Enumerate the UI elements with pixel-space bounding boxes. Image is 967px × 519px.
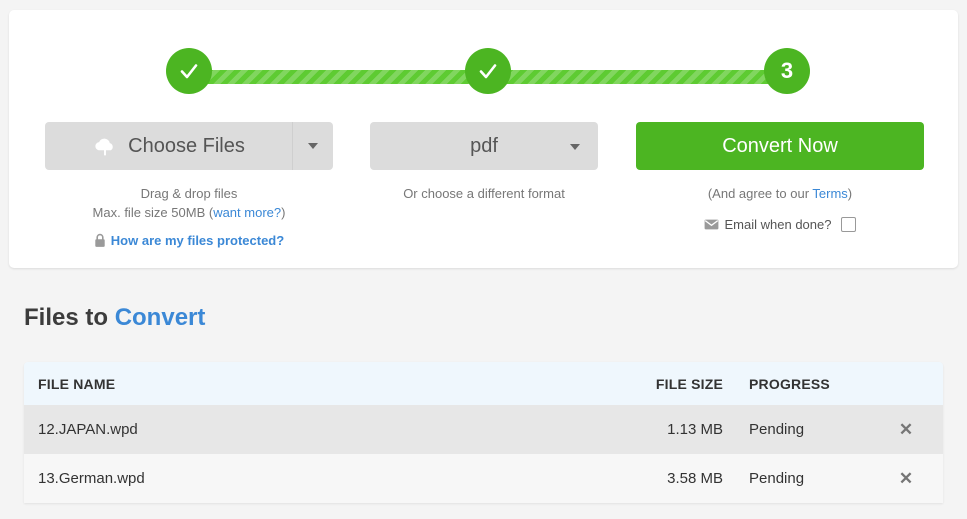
check-icon bbox=[177, 59, 201, 83]
files-heading-prefix: Files to bbox=[24, 304, 115, 331]
choose-files-helper: Drag & drop files Max. file size 50MB (w… bbox=[45, 184, 333, 250]
choose-files-label: Choose Files bbox=[128, 135, 245, 158]
remove-file-icon[interactable]: ✕ bbox=[899, 421, 913, 438]
files-protected-row: How are my files protected? bbox=[45, 231, 333, 250]
files-protected-link[interactable]: How are my files protected? bbox=[111, 231, 284, 250]
file-progress: Pending bbox=[733, 470, 883, 487]
file-actions: ✕ bbox=[883, 470, 929, 487]
lock-icon bbox=[94, 233, 106, 248]
files-section-heading: Files to Convert bbox=[24, 304, 205, 332]
drag-drop-text: Drag & drop files bbox=[45, 184, 333, 203]
column-header-file-size: FILE SIZE bbox=[613, 376, 733, 392]
chevron-down-icon bbox=[570, 144, 580, 150]
format-column: pdf Or choose a different format bbox=[370, 122, 598, 203]
choose-files-button[interactable]: Choose Files bbox=[45, 122, 293, 170]
email-when-done-row: Email when done? bbox=[636, 215, 924, 234]
terms-link[interactable]: Terms bbox=[812, 186, 847, 201]
stepper-step-3-current: 3 bbox=[764, 48, 810, 94]
convert-column: Convert Now (And agree to our Terms) Ema… bbox=[636, 122, 924, 234]
column-header-file-name: FILE NAME bbox=[38, 376, 613, 392]
format-select[interactable]: pdf bbox=[370, 122, 598, 170]
choose-files-column: Choose Files Drag & drop files Max. file… bbox=[45, 122, 333, 250]
file-actions: ✕ bbox=[883, 421, 929, 438]
email-when-done-label: Email when done? bbox=[725, 215, 832, 234]
stepper-step-1-complete bbox=[166, 48, 212, 94]
converter-card: 3 Choose Files bbox=[9, 10, 958, 268]
files-table: FILE NAME FILE SIZE PROGRESS 12.JAPAN.wp… bbox=[24, 362, 943, 503]
email-when-done-checkbox[interactable] bbox=[841, 217, 856, 232]
max-size-text: Max. file size 50MB (want more?) bbox=[45, 203, 333, 222]
chevron-down-icon bbox=[308, 143, 318, 149]
table-row: 13.German.wpd 3.58 MB Pending ✕ bbox=[24, 454, 943, 503]
agree-terms-text: (And agree to our Terms) bbox=[636, 184, 924, 203]
stepper-bar-1 bbox=[189, 70, 489, 84]
file-name: 12.JAPAN.wpd bbox=[38, 421, 613, 438]
convert-helper: (And agree to our Terms) Email when done… bbox=[636, 184, 924, 234]
convert-now-button[interactable]: Convert Now bbox=[636, 122, 924, 170]
want-more-link[interactable]: want more? bbox=[213, 205, 281, 220]
cloud-upload-icon bbox=[92, 136, 118, 156]
file-progress: Pending bbox=[733, 421, 883, 438]
format-helper-text: Or choose a different format bbox=[370, 184, 598, 203]
check-icon bbox=[476, 59, 500, 83]
format-value: pdf bbox=[470, 135, 498, 158]
stepper-bar-2 bbox=[489, 70, 789, 84]
column-header-progress: PROGRESS bbox=[733, 376, 883, 392]
remove-file-icon[interactable]: ✕ bbox=[899, 470, 913, 487]
choose-files-dropdown-toggle[interactable] bbox=[293, 122, 333, 170]
file-size: 3.58 MB bbox=[613, 470, 733, 487]
table-row: 12.JAPAN.wpd 1.13 MB Pending ✕ bbox=[24, 405, 943, 454]
file-size: 1.13 MB bbox=[613, 421, 733, 438]
stepper-step-3-number: 3 bbox=[781, 58, 793, 84]
stepper-step-2-complete bbox=[465, 48, 511, 94]
choose-files-split-button[interactable]: Choose Files bbox=[45, 122, 333, 170]
table-header-row: FILE NAME FILE SIZE PROGRESS bbox=[24, 362, 943, 405]
progress-stepper: 3 bbox=[9, 48, 958, 104]
files-heading-accent: Convert bbox=[115, 304, 206, 331]
file-name: 13.German.wpd bbox=[38, 470, 613, 487]
mail-icon bbox=[704, 219, 719, 230]
